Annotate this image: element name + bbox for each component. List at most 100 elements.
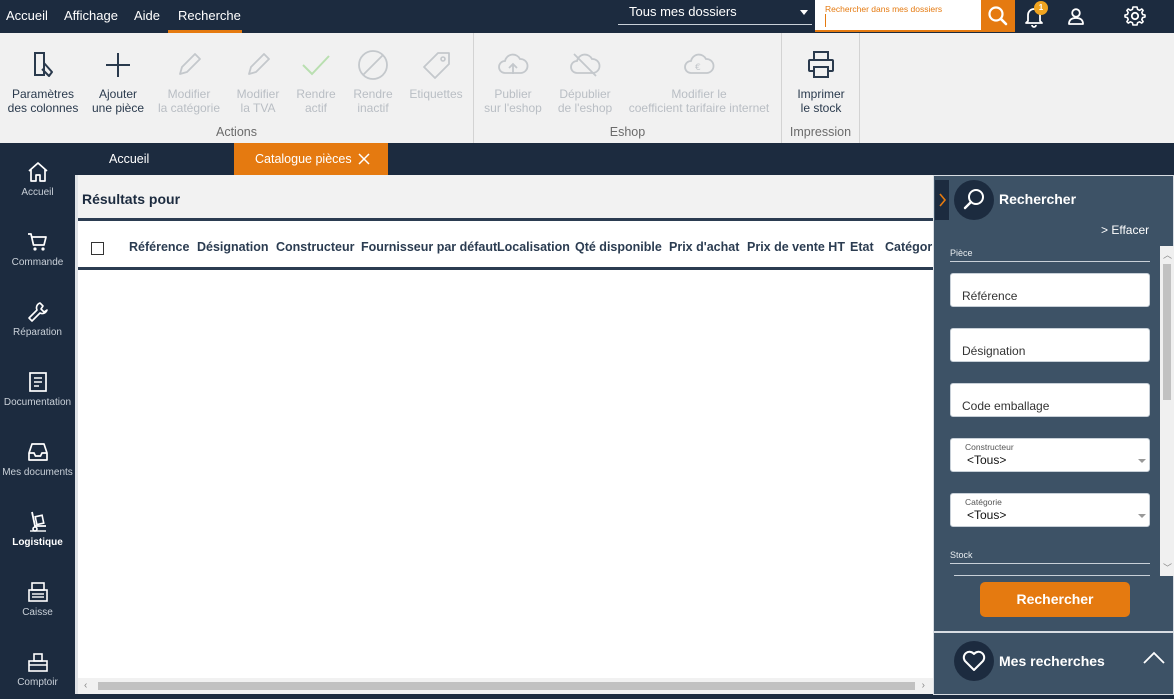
sidebar-item-comptoir[interactable]: Comptoir: [0, 633, 75, 699]
scroll-up-icon[interactable]: ︿: [1163, 248, 1172, 261]
home-icon: [27, 162, 48, 182]
add-piece-button[interactable]: Ajouter une pièce: [86, 33, 150, 115]
scroll-left-icon[interactable]: ‹: [84, 680, 87, 691]
sidebar-item-reparation[interactable]: Réparation: [0, 283, 75, 349]
counter-icon: [27, 653, 48, 672]
menu-affichage[interactable]: Affichage: [58, 0, 124, 33]
sidebar-item-logistique[interactable]: Logistique: [0, 493, 75, 559]
stock-divider: [954, 575, 1150, 576]
results-panel: Résultats pour Référence Désignation Con…: [75, 175, 933, 694]
sidebar-item-label: Accueil: [21, 187, 54, 198]
saved-searches-icon-circle: [954, 641, 994, 681]
sidebar-item-label: Comptoir: [17, 677, 58, 688]
designation-placeholder: Désignation: [962, 344, 1026, 358]
saved-searches-title: Mes recherches: [999, 653, 1105, 669]
edit-coefficient-button[interactable]: € Modifier le coefficient tarifaire inte…: [624, 33, 774, 115]
publish-eshop-button[interactable]: Publier sur l'eshop: [480, 33, 546, 115]
column-header-reference[interactable]: Référence: [129, 240, 189, 254]
menu-aide[interactable]: Aide: [128, 0, 166, 33]
column-header-etat[interactable]: Etat: [850, 240, 874, 254]
section-label-piece: Pièce: [950, 248, 1150, 262]
global-search-button[interactable]: [981, 0, 1015, 32]
chevron-down-icon: [800, 10, 808, 15]
designation-field[interactable]: Désignation: [950, 328, 1150, 362]
scroll-right-icon[interactable]: ›: [922, 680, 925, 691]
print-stock-button[interactable]: Imprimer le stock: [788, 33, 854, 115]
vertical-scrollbar[interactable]: ︿ ﹀: [1160, 246, 1174, 576]
column-header-fournisseur[interactable]: Fournisseur par défaut: [361, 240, 497, 254]
collapse-panel-button[interactable]: [935, 180, 949, 220]
select-all-checkbox[interactable]: [91, 242, 104, 255]
chevron-right-icon: [939, 193, 947, 207]
sidebar-item-caisse[interactable]: Caisse: [0, 563, 75, 629]
section-label-stock: Stock: [950, 550, 1150, 564]
chevron-down-icon: [1138, 514, 1146, 518]
left-sidebar: Accueil Commande Réparation Documentatio…: [0, 143, 75, 695]
column-header-prix-achat[interactable]: Prix d'achat: [669, 240, 739, 254]
cloud-euro-icon: €: [684, 53, 715, 74]
ribbon-group-actions: Paramètres des colonnes Ajouter une pièc…: [0, 33, 474, 143]
unpublish-eshop-button[interactable]: Dépublier de l'eshop: [552, 33, 618, 115]
make-active-label-2: actif: [304, 101, 327, 115]
column-settings-button[interactable]: Paramètres des colonnes: [4, 33, 82, 115]
scrollbar-thumb[interactable]: [1163, 264, 1171, 400]
column-header-prix-vente[interactable]: Prix de vente HT: [747, 240, 845, 254]
chevron-down-icon: [1138, 459, 1146, 463]
sidebar-item-label: Logistique: [12, 537, 63, 548]
column-header-localisation[interactable]: Localisation: [497, 240, 570, 254]
labels-button[interactable]: Etiquettes: [404, 33, 468, 101]
chevron-up-icon[interactable]: [1142, 650, 1166, 666]
user-icon[interactable]: [1064, 4, 1088, 28]
sidebar-item-mes-documents[interactable]: Mes documents: [0, 423, 75, 489]
publish-eshop-label-1: Publier: [494, 87, 532, 101]
ribbon-group-eshop-label: Eshop: [609, 125, 646, 139]
gear-icon[interactable]: [1123, 4, 1147, 28]
reference-field[interactable]: Référence: [950, 273, 1150, 307]
clear-search-link[interactable]: > Effacer: [1101, 223, 1149, 237]
print-stock-label-1: Imprimer: [797, 87, 845, 101]
tab-catalogue-label: Catalogue pièces: [255, 152, 352, 166]
unpublish-eshop-label-1: Dépublier: [559, 87, 611, 101]
search-panel-icon-circle: [954, 180, 994, 220]
scroll-down-icon[interactable]: ﹀: [1163, 561, 1172, 574]
scrollbar-thumb[interactable]: [98, 682, 915, 690]
plus-icon: [106, 53, 130, 77]
column-header-qte-disponible[interactable]: Qté disponible: [575, 240, 662, 254]
edit-category-label-2: la catégorie: [157, 101, 221, 115]
menu-accueil[interactable]: Accueil: [0, 0, 54, 33]
edit-category-button[interactable]: Modifier la catégorie: [154, 33, 224, 115]
dossier-select[interactable]: Tous mes dossiers: [618, 2, 812, 25]
tab-catalogue-pieces[interactable]: Catalogue pièces: [234, 143, 388, 175]
edit-tva-button[interactable]: Modifier la TVA: [230, 33, 286, 115]
make-inactive-label-2: inactif: [357, 101, 389, 115]
edit-coefficient-label-1: Modifier le: [671, 87, 727, 101]
sidebar-item-accueil[interactable]: Accueil: [0, 143, 75, 209]
global-search-input[interactable]: Rechercher dans mes dossiers: [815, 0, 981, 32]
code-emballage-field[interactable]: Code emballage: [950, 383, 1150, 417]
categorie-value: <Tous>: [967, 508, 1007, 522]
unpublish-eshop-label-2: de l'eshop: [557, 101, 613, 115]
column-header-constructeur[interactable]: Constructeur: [276, 240, 354, 254]
edit-category-label-1: Modifier: [167, 87, 211, 101]
column-header-categorie[interactable]: Catégori: [885, 240, 933, 254]
results-header: Résultats pour: [78, 175, 933, 221]
sidebar-item-label: Caisse: [22, 607, 53, 618]
search-button[interactable]: Rechercher: [980, 582, 1130, 617]
menu-recherche[interactable]: Recherche: [168, 0, 242, 33]
column-header-designation[interactable]: Désignation: [197, 240, 269, 254]
column-settings-label-1: Paramètres: [11, 87, 75, 101]
labels-label: Etiquettes: [409, 87, 463, 101]
constructeur-select[interactable]: Constructeur <Tous>: [950, 438, 1150, 472]
sidebar-item-documentation[interactable]: Documentation: [0, 353, 75, 419]
close-icon[interactable]: [358, 153, 370, 165]
horizontal-scrollbar[interactable]: ‹ ›: [78, 678, 933, 694]
sidebar-item-commande[interactable]: Commande: [0, 213, 75, 279]
categorie-select[interactable]: Catégorie <Tous>: [950, 493, 1150, 527]
categorie-caption: Catégorie: [965, 497, 1002, 507]
tab-accueil[interactable]: Accueil: [109, 143, 149, 175]
make-active-button[interactable]: Rendre actif: [292, 33, 340, 115]
tag-icon: [423, 52, 450, 79]
make-inactive-button[interactable]: Rendre inactif: [348, 33, 398, 115]
cart-icon: [27, 233, 47, 251]
edit-tva-label-1: Modifier: [236, 87, 280, 101]
